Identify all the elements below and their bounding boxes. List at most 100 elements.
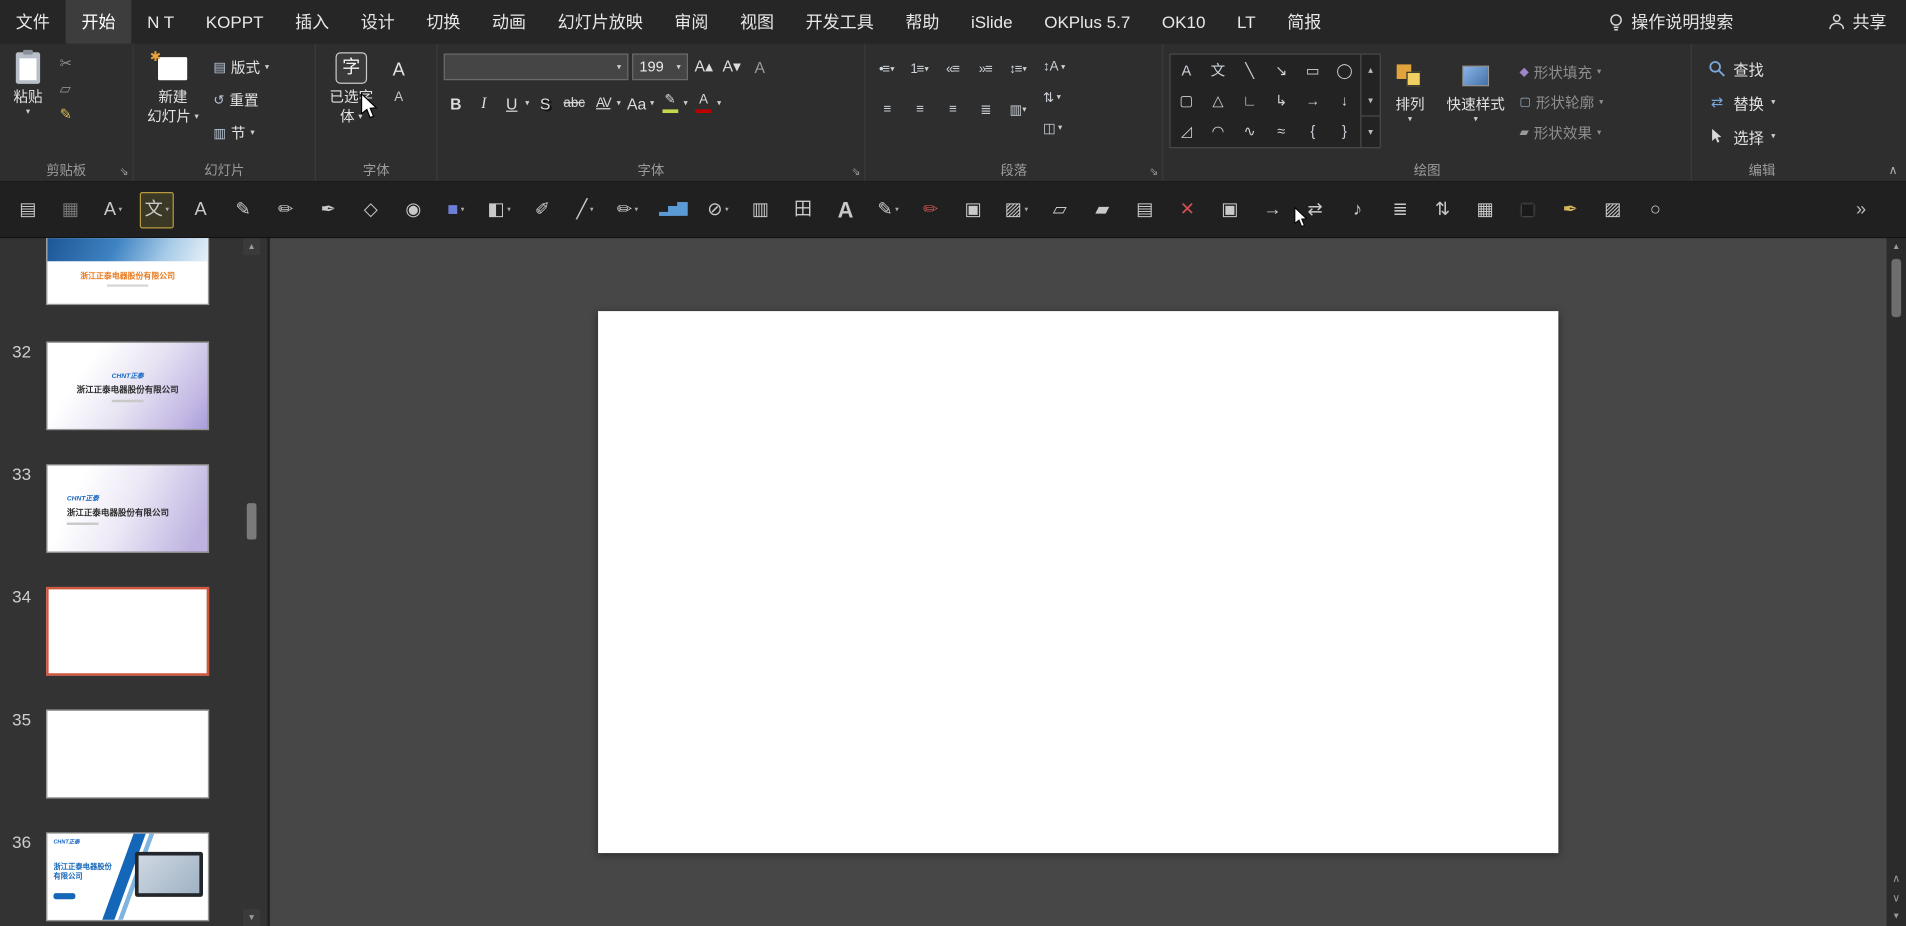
picture-style-icon[interactable]: ▨ xyxy=(1000,191,1033,227)
shape-right-arrow-icon[interactable]: → xyxy=(1297,85,1329,115)
copy-icon[interactable]: ▱ xyxy=(60,80,72,97)
panel-scroll-track[interactable] xyxy=(243,255,260,909)
menu-tab-切换[interactable]: 切换 xyxy=(411,0,477,44)
shape-curve-icon[interactable]: ∿ xyxy=(1234,115,1266,145)
find-button[interactable]: 查找 xyxy=(1708,53,1776,82)
new-slide-button[interactable]: 新建 幻灯片 xyxy=(140,47,206,159)
line-spacing-icon[interactable]: ↕≡ xyxy=(1003,56,1033,83)
canvas-scroll-down-icon[interactable]: ▼ xyxy=(1887,908,1906,926)
font-color-button[interactable]: A xyxy=(691,91,715,115)
picture-icon[interactable]: ▨ xyxy=(1597,191,1629,227)
slide-canvas[interactable] xyxy=(598,311,1559,854)
tell-me-search[interactable]: 操作说明搜索 xyxy=(1608,10,1733,34)
red-brush-icon[interactable]: ✏ xyxy=(915,191,947,227)
layout-grid-icon[interactable]: ▦ xyxy=(55,191,87,227)
paste-button[interactable]: 粘贴 xyxy=(6,47,50,159)
underline-button[interactable]: U xyxy=(500,91,524,115)
menu-tab-OK10[interactable]: OK10 xyxy=(1146,0,1221,44)
text-highlight-button[interactable]: ✎ xyxy=(658,91,682,115)
fill-color-icon[interactable]: ■ xyxy=(440,191,472,227)
arrange-button[interactable]: 排列 xyxy=(1388,47,1432,159)
shape-rectangle-icon[interactable]: ▭ xyxy=(1297,55,1329,85)
menu-tab-简报[interactable]: 简报 xyxy=(1271,0,1337,44)
slide-thumbnail-33[interactable]: CHNT正泰 浙江正泰电器股份有限公司 xyxy=(46,464,210,553)
filled-square-icon[interactable]: ▣ xyxy=(957,191,989,227)
share-button[interactable]: 共享 xyxy=(1828,10,1887,34)
eyedropper-icon[interactable]: ✐ xyxy=(527,191,559,227)
ink-pen-icon[interactable]: ✒ xyxy=(312,191,344,227)
shape-elbow-connector-icon[interactable]: ∟ xyxy=(1234,85,1266,115)
send-backward-icon[interactable]: ▱ xyxy=(1044,191,1076,227)
slides-panel-scrollbar[interactable]: ▲ ▼ xyxy=(243,238,261,926)
grow-font-button[interactable]: A▴ xyxy=(692,55,716,79)
table-grid-icon[interactable]: 田 xyxy=(787,191,819,227)
vertical-text-box-icon[interactable]: 文 xyxy=(139,191,174,228)
panel-scroll-down-icon[interactable]: ▼ xyxy=(243,908,261,926)
slide-thumbnail-32[interactable]: CHNT正泰 浙江正泰电器股份有限公司 xyxy=(46,341,210,431)
swap-arrows-icon[interactable]: ⇄ xyxy=(1299,191,1331,227)
shape-down-arrow-icon[interactable]: ↓ xyxy=(1329,85,1361,115)
menu-tab-帮助[interactable]: 帮助 xyxy=(890,0,956,44)
shape-edit-icon[interactable]: ✎ xyxy=(872,191,904,227)
crop-icon[interactable]: ▦ xyxy=(1469,191,1501,227)
reset-button[interactable]: ↺ 重置 xyxy=(213,85,269,114)
canvas-scroll-up-icon[interactable]: ▲ xyxy=(1887,238,1906,256)
brush-tool-icon[interactable]: ✏ xyxy=(270,191,302,227)
decrease-indent-icon[interactable]: «≡ xyxy=(937,56,967,83)
decrease-font-button[interactable]: A xyxy=(394,90,403,105)
clipboard-dialog-launcher[interactable] xyxy=(120,165,129,178)
arrow-right-icon[interactable]: → xyxy=(1257,191,1289,227)
menu-tab-OKPlus 5.7[interactable]: OKPlus 5.7 xyxy=(1028,0,1146,44)
duplicate-slide-icon[interactable]: ▣ xyxy=(1214,191,1246,227)
align-text-icon[interactable]: ⇅ xyxy=(1043,84,1065,111)
numbering-icon[interactable]: 1≡ xyxy=(904,56,934,83)
shape-scribble-icon[interactable]: ≈ xyxy=(1265,115,1297,145)
menu-tab-iSlide[interactable]: iSlide xyxy=(955,0,1028,44)
shape-horizontal-text-box-icon[interactable]: A xyxy=(1171,55,1203,85)
shape-arc-icon[interactable]: ◠ xyxy=(1202,115,1234,145)
pencil-tool-icon[interactable]: ✎ xyxy=(227,191,259,227)
menu-tab-LT[interactable]: LT xyxy=(1221,0,1271,44)
character-spacing-button[interactable]: AV xyxy=(591,91,615,115)
bar-chart-icon[interactable]: ▂▅▇ xyxy=(654,191,691,227)
menu-tab-视图[interactable]: 视图 xyxy=(724,0,790,44)
font-name-combobox[interactable] xyxy=(443,53,629,81)
menu-tab-开始[interactable]: 开始 xyxy=(65,0,132,44)
horizontal-text-box-icon[interactable]: A xyxy=(97,191,129,227)
canvas-scrollbar[interactable]: ▲ ∧ ∨ ▼ xyxy=(1886,238,1906,926)
menu-tab-动画[interactable]: 动画 xyxy=(476,0,542,44)
ellipse-tool-icon[interactable]: ◉ xyxy=(398,191,430,227)
strikethrough-button[interactable]: abc xyxy=(561,91,587,115)
shape-line-icon[interactable]: ╲ xyxy=(1234,55,1266,85)
format-painter-icon[interactable]: ✎ xyxy=(60,106,72,123)
menu-tab-开发工具[interactable]: 开发工具 xyxy=(790,0,890,44)
font-size-combobox[interactable]: 199 xyxy=(632,53,689,81)
select-button[interactable]: 选择 xyxy=(1708,122,1776,151)
bold-button[interactable]: B xyxy=(444,91,468,115)
increase-font-button[interactable]: A xyxy=(393,60,405,81)
paint-bucket-icon[interactable]: ◧ xyxy=(483,191,516,227)
italic-button[interactable]: I xyxy=(472,91,496,115)
align-left-icon[interactable]: ≡ xyxy=(872,96,902,123)
delete-icon[interactable]: ✕ xyxy=(1172,191,1204,227)
shapes-scroll-down-icon[interactable]: ▾ xyxy=(1361,85,1379,115)
shape-freeform-icon[interactable]: ◿ xyxy=(1171,115,1203,145)
slide-thumbnail-35[interactable] xyxy=(46,709,210,799)
shape-right-brace-icon[interactable]: } xyxy=(1329,115,1361,145)
shape-left-brace-icon[interactable]: { xyxy=(1297,115,1329,145)
layout-button[interactable]: ▤ 版式 xyxy=(213,52,269,81)
shape-outline-button[interactable]: ▢ 形状轮廓 xyxy=(1519,89,1603,116)
audio-icon[interactable]: ♪ xyxy=(1342,191,1374,227)
equalizer-icon[interactable]: ≣ xyxy=(1384,191,1416,227)
shape-elbow-arrow-icon[interactable]: ↳ xyxy=(1265,85,1297,115)
no-fill-icon[interactable]: ⊘ xyxy=(702,191,734,227)
clipboard-icon[interactable]: ▤ xyxy=(12,191,44,227)
shrink-font-button[interactable]: A▾ xyxy=(720,55,744,79)
collapse-ribbon-button[interactable]: ∧ xyxy=(1889,164,1898,177)
font-dialog-launcher[interactable] xyxy=(851,165,860,178)
more-tools-icon[interactable]: » xyxy=(1845,191,1877,227)
shape-fill-button[interactable]: ◆ 形状填充 xyxy=(1519,58,1603,85)
quill-icon[interactable]: ✒ xyxy=(1554,191,1586,227)
menu-tab-审阅[interactable]: 审阅 xyxy=(659,0,725,44)
panel-scroll-up-icon[interactable]: ▲ xyxy=(243,238,261,256)
